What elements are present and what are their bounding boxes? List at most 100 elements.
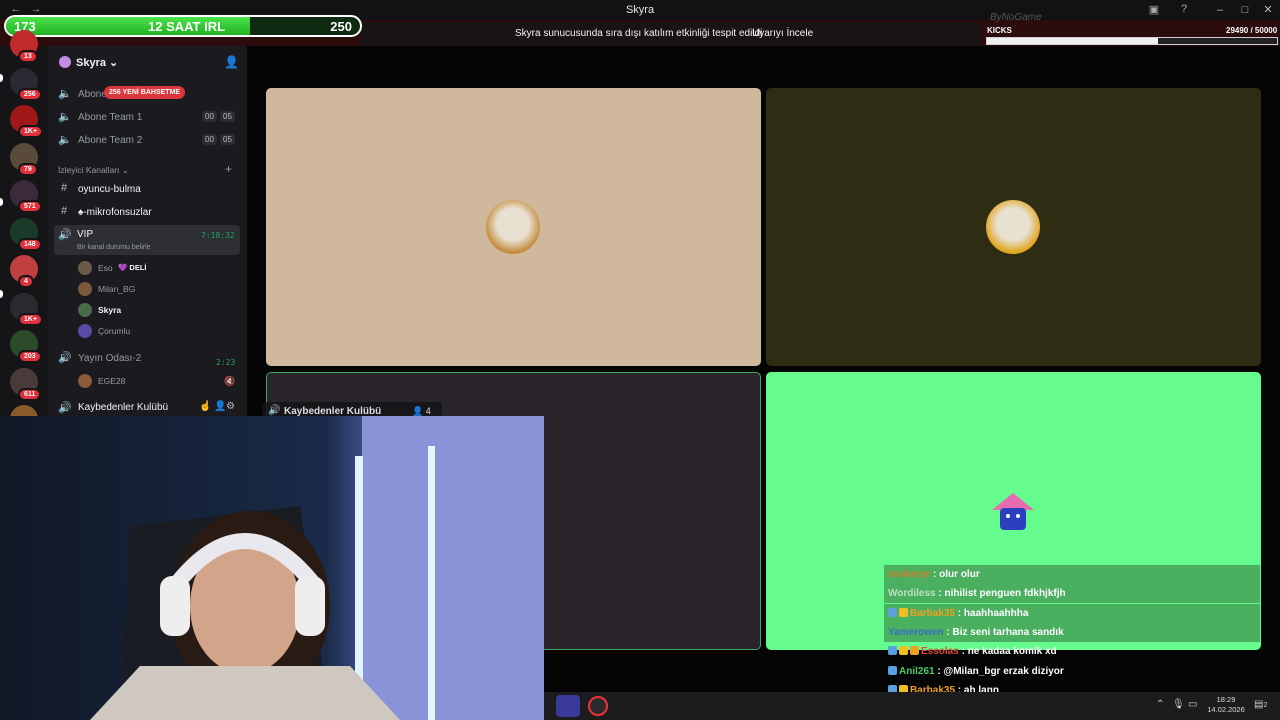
- channel-abone-team-1[interactable]: 🔈 Abone Team 1 00 05: [54, 107, 240, 127]
- chat-message: Yamerowen : Biz seni tarhana sandık: [884, 622, 1260, 642]
- mention-badge: 611: [18, 387, 42, 401]
- channel-abone-team-2[interactable]: 🔈 Abone Team 2 00 05: [54, 130, 240, 150]
- chat-message: Barbak35 : haahhaahhha: [884, 603, 1260, 623]
- avatar: [78, 303, 92, 317]
- chat-username: Yamerowen: [888, 626, 944, 638]
- chat-text: Biz seni tarhana sandık: [952, 626, 1064, 638]
- mention-badge: 79: [18, 162, 38, 176]
- category-label: İzleyici Kanalları: [58, 165, 120, 175]
- category-header[interactable]: İzleyici Kanalları ⌄: [58, 165, 129, 176]
- mention-badge: 1K+: [18, 125, 44, 138]
- chevron-up-icon[interactable]: ⌃: [1156, 699, 1164, 710]
- notification-icon[interactable]: ▤2: [1254, 699, 1267, 710]
- unread-indicator: [0, 198, 3, 206]
- voice-user-eso[interactable]: Eso 💜 DELİ: [76, 259, 236, 277]
- chat-separator: :: [955, 607, 964, 619]
- microphone-icon[interactable]: 🎙: [1172, 699, 1185, 710]
- chat-message: Anil261 : @Milan_bgr erzak diziyor: [884, 662, 1260, 681]
- chat-badge-icon: [888, 646, 897, 656]
- add-channel-icon[interactable]: +: [225, 162, 232, 176]
- channel-label: Yayın Odası-2: [78, 353, 142, 364]
- user-name: Çorumlu: [98, 326, 131, 336]
- channel-yayin-odasi-2[interactable]: 🔊 Yayın Odası-2: [54, 348, 240, 368]
- voice-user-ege28[interactable]: EGE28: [76, 372, 236, 390]
- chat-separator: :: [935, 588, 945, 600]
- notice-action-button[interactable]: Uyarıyı İncele: [752, 28, 813, 39]
- mention-badge: 13: [18, 50, 38, 63]
- channel-label: Abone Team 2: [78, 135, 143, 146]
- chat-username: Anil261: [899, 665, 935, 677]
- chat-username: Barbak35: [910, 607, 956, 619]
- video-tile-2[interactable]: [766, 88, 1261, 366]
- speaker-icon: 🔈: [58, 111, 72, 123]
- speaker-icon: 🔈: [58, 88, 72, 100]
- muted-icon: 🔇: [224, 376, 236, 386]
- mention-badge: 1K+: [18, 312, 44, 326]
- server-name: Skyra: [76, 57, 106, 69]
- invite-user-icon[interactable]: 👤: [224, 55, 239, 69]
- voice-user-milan[interactable]: Milan_BG: [76, 280, 236, 298]
- avatar: [990, 490, 1036, 536]
- mention-pill[interactable]: 256 YENİ BAHSETME: [104, 86, 186, 99]
- voice-user-corumlu[interactable]: Çorumlu: [76, 322, 236, 340]
- clock[interactable]: 18:29 14.02.2026: [1204, 695, 1248, 715]
- mention-badge: 148: [18, 237, 42, 251]
- server-rail: 132561K+7957114841K+203611617: [0, 30, 48, 438]
- clock-date: 14.02.2026: [1207, 705, 1245, 714]
- channel-oyuncu-bulma[interactable]: # oyuncu-bulma: [54, 179, 240, 199]
- user-name: Eso: [98, 263, 113, 273]
- chat-badge-icon: [910, 646, 919, 656]
- sub-goal-target: 250: [330, 19, 352, 34]
- voice-user-skyra[interactable]: Skyra: [76, 301, 236, 319]
- vip-timer: 7:18:32: [201, 231, 235, 240]
- speaker-icon: 🔈: [58, 134, 72, 146]
- avatar: [986, 200, 1040, 254]
- obs-app-icon[interactable]: [588, 696, 608, 716]
- network-icon[interactable]: ▭: [1188, 699, 1197, 710]
- close-button[interactable]: ✕: [1258, 2, 1278, 18]
- avatar: [78, 324, 92, 338]
- minimize-button[interactable]: –: [1210, 2, 1230, 18]
- hash-icon: #: [60, 205, 68, 217]
- avatar: [78, 261, 92, 275]
- discord-app-icon[interactable]: [556, 695, 580, 717]
- kicks-fill: [987, 38, 1159, 44]
- speaker-icon: 🔊: [58, 352, 72, 364]
- chat-badge-icon: [899, 646, 908, 656]
- avatar: [78, 282, 92, 296]
- user-tag: 💜 DELİ: [118, 263, 147, 272]
- sub-goal-label: 12 SAAT IRL: [148, 19, 226, 34]
- sub-goal-bar: 173 12 SAAT IRL 250: [4, 15, 362, 37]
- invite-icon[interactable]: 👤: [214, 401, 226, 412]
- chat-message: Wordiless : nihilist penguen fdkhjkfjh: [884, 584, 1260, 604]
- chat-message-content: Essolas : ne kadaa komik xd: [888, 646, 1057, 657]
- chat-username: israkrcyr: [888, 569, 931, 580]
- chat-message-content: Wordiless : nihilist penguen fdkhjkfjh: [888, 588, 1066, 599]
- chat-badge-icon: [899, 607, 908, 617]
- brand-watermark: ByNoGame: [990, 12, 1042, 23]
- channel-kaybedenler[interactable]: 🔊 Kaybedenler Kulübü ☝ 👤 ⚙: [54, 399, 244, 417]
- channel-sidebar: Skyra ⌄ 👤 🔈 Abone 256 YENİ BAHSETME 🔈 Ab…: [48, 46, 247, 416]
- server-name-button[interactable]: Skyra ⌄: [76, 56, 118, 69]
- user-limit: 05: [220, 134, 235, 145]
- channel-status[interactable]: Bir kanal durumu belirle: [77, 244, 151, 251]
- channel-vip[interactable]: 🔊 VIP 7:18:32 Bir kanal durumu belirle: [54, 225, 240, 255]
- help-icon[interactable]: ?: [1176, 3, 1192, 17]
- chat-text: @Milan_bgr erzak diziyor: [943, 665, 1064, 677]
- channel-label: Kaybedenler Kulübü: [78, 402, 169, 413]
- maximize-button[interactable]: □: [1235, 2, 1255, 18]
- chat-message: israkrcyr : olur olur: [884, 565, 1260, 584]
- speaker-icon: 🔊: [58, 229, 72, 241]
- channel-label: VIP: [77, 229, 94, 240]
- speaker-icon: 🔊: [58, 402, 72, 414]
- gear-icon[interactable]: ⚙: [226, 401, 235, 412]
- server-icon: [59, 56, 71, 68]
- chat-message-content: Anil261 : @Milan_bgr erzak diziyor: [888, 665, 1064, 677]
- channel-mikrofonsuzlar[interactable]: # ♠-mikrofonsuzlar: [54, 202, 240, 222]
- screen: ← → Skyra ▣ ? – □ ✕ Skyra sunucusunda sı…: [0, 0, 1280, 720]
- user-count: 00: [202, 111, 217, 122]
- chat-text: nihilist penguen fdkhjkfjh: [944, 588, 1066, 600]
- video-tile-1[interactable]: [266, 88, 761, 366]
- chat-separator: :: [930, 569, 940, 580]
- screen-share-icon[interactable]: ▣: [1146, 3, 1162, 17]
